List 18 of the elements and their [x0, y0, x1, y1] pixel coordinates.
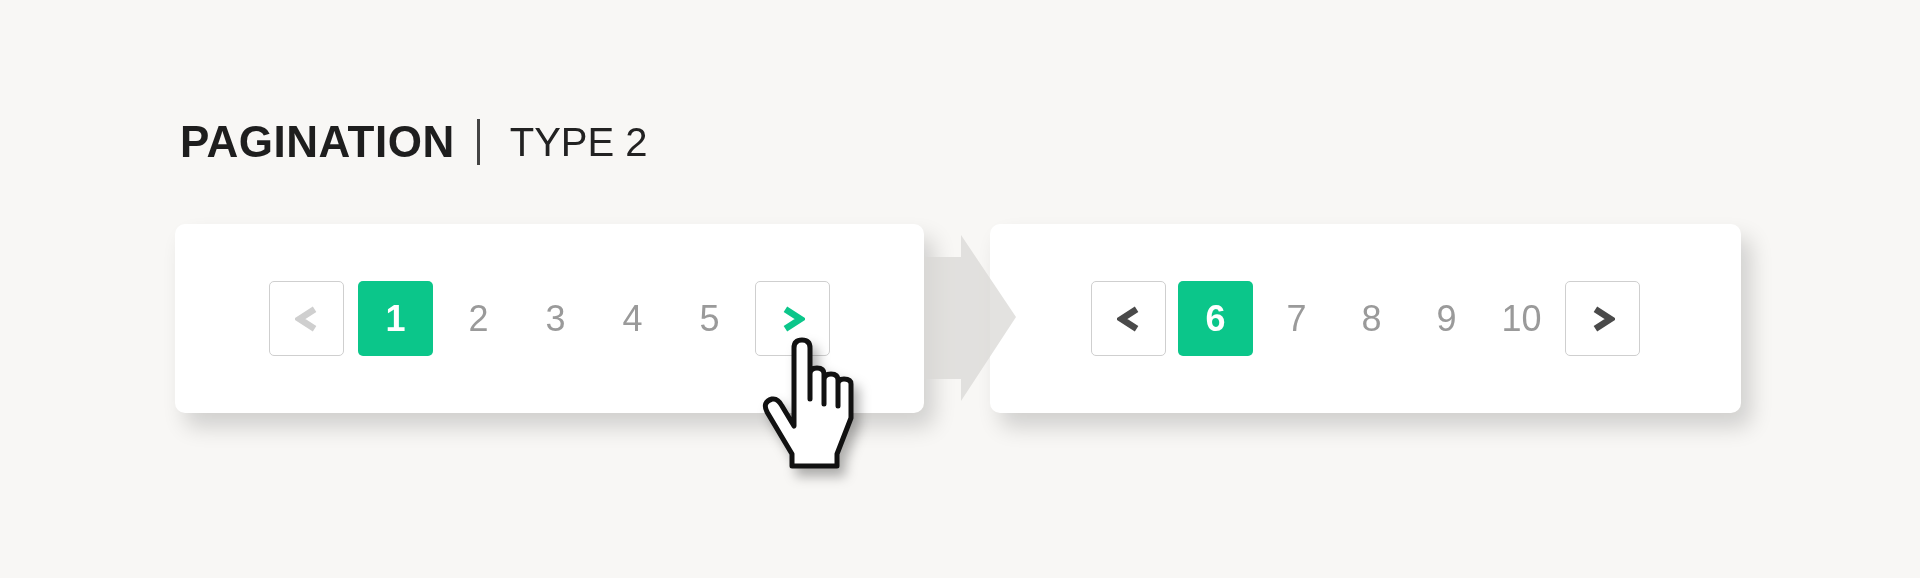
- page-number-button[interactable]: 5: [678, 281, 741, 356]
- page-number-button[interactable]: 6: [1178, 281, 1253, 356]
- next-page-button[interactable]: [1565, 281, 1640, 356]
- page-subheading: TYPE 2: [509, 119, 648, 165]
- page-number-button[interactable]: 1: [358, 281, 433, 356]
- chevron-left-icon: [294, 305, 319, 332]
- page-number-button[interactable]: 7: [1265, 281, 1328, 356]
- page-number-button[interactable]: 4: [601, 281, 664, 356]
- page-number-button[interactable]: 10: [1490, 281, 1553, 356]
- page-number-button[interactable]: 2: [447, 281, 510, 356]
- page-number-button[interactable]: 9: [1415, 281, 1478, 356]
- right-arrow-icon: [924, 235, 1016, 401]
- page-number-button[interactable]: 8: [1340, 281, 1403, 356]
- chevron-left-icon: [1116, 305, 1141, 332]
- page-number-button[interactable]: 3: [524, 281, 587, 356]
- page-heading: PAGINATION: [180, 117, 455, 167]
- next-page-button[interactable]: [755, 281, 830, 356]
- previous-page-button[interactable]: [1091, 281, 1166, 356]
